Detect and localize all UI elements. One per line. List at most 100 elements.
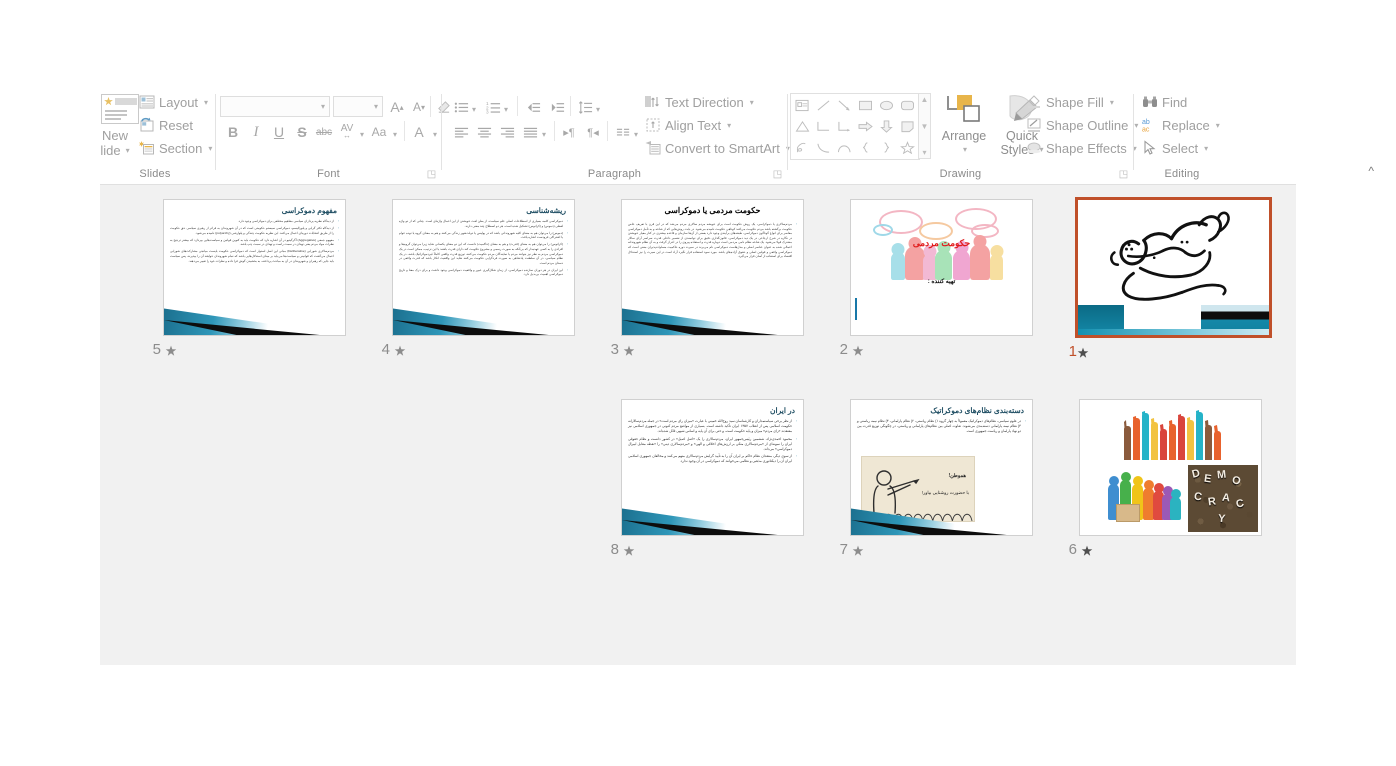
arrange-button[interactable]: Arrange ▾ — [938, 92, 990, 157]
chevron-up-icon: ^ — [1368, 164, 1374, 178]
slide-bullet: مفهوم جمعی (Aggregative) آگرگیتیو در آن … — [170, 238, 339, 247]
slide-frame[interactable]: D E M O C R A C Y — [1079, 399, 1262, 536]
animation-star-icon[interactable] — [623, 545, 635, 557]
decrease-indent-button[interactable] — [522, 96, 544, 118]
character-spacing-button[interactable]: AV ↔ — [336, 121, 358, 143]
scroll-up-icon[interactable]: ▲ — [921, 95, 929, 104]
bullets-button[interactable] — [450, 96, 472, 118]
shape-outline-button[interactable]: Shape Outline ▾ — [1026, 117, 1138, 133]
text-shadow-button[interactable]: S — [291, 121, 313, 143]
animation-star-icon[interactable] — [852, 545, 864, 557]
animation-star-icon[interactable] — [1081, 545, 1093, 557]
shape-rectangle-icon[interactable] — [855, 95, 876, 116]
shape-rounded-rect-icon[interactable] — [897, 95, 918, 116]
shape-scribble-icon[interactable] — [792, 137, 813, 158]
font-size-input[interactable]: ▾ — [333, 96, 383, 117]
shapes-gallery-scrollbar[interactable]: ▲ ▼ ▾ — [918, 93, 931, 159]
shape-curve-icon[interactable] — [813, 137, 834, 158]
slide-bullet: از دیدگاه تکثر گرایی و پلورالیسم، دموکرا… — [170, 226, 339, 235]
animation-star-icon[interactable] — [394, 345, 406, 357]
collapse-ribbon-button[interactable]: ^ — [1368, 164, 1374, 178]
shapes-gallery[interactable] — [790, 93, 920, 160]
slide-canvas: حکومت مردمی یا دموکراسی مردم‌سالاری یا د… — [622, 200, 803, 335]
animation-star-icon[interactable] — [852, 345, 864, 357]
slide-body: دموکراسی کلمه بسیاری از اسطلاحات اصلی عل… — [399, 219, 568, 280]
reset-button[interactable]: Reset — [139, 117, 193, 133]
animation-star-icon[interactable] — [165, 345, 177, 357]
shape-star-icon[interactable] — [897, 137, 918, 158]
new-slide-icon — [101, 94, 139, 124]
decrease-font-size-button[interactable]: A ▾ — [408, 96, 430, 118]
shape-effects-button[interactable]: Shape Effects ▾ — [1026, 140, 1137, 156]
bold-button[interactable]: B — [222, 121, 244, 143]
shape-fill-button[interactable]: Shape Fill ▾ — [1026, 94, 1114, 110]
chevron-down-icon: ▾ — [596, 105, 601, 114]
shape-right-brace-icon[interactable] — [876, 137, 897, 158]
section-button[interactable]: Section ▾ — [139, 140, 212, 156]
slide-sorter-pane[interactable]: مفهوم دموکراسی از دیدگاه نظریه پردازان س… — [100, 184, 1296, 665]
convert-to-smartart-button[interactable]: Convert to SmartArt ▾ — [645, 140, 790, 156]
slide-canvas: مفهوم دموکراسی از دیدگاه نظریه پردازان س… — [164, 200, 345, 335]
shape-right-arrow-icon[interactable] — [855, 116, 876, 137]
shape-folded-corner-icon[interactable] — [897, 116, 918, 137]
rtl-direction-button[interactable]: ¶◂ — [582, 121, 604, 143]
person-figure — [953, 241, 970, 280]
arrange-icon — [947, 95, 980, 122]
paragraph-dialog-launcher[interactable]: ◳ — [772, 169, 783, 180]
slide-frame[interactable]: ریشه‌شناسی دموکراسی کلمه بسیاری از اسطلا… — [392, 199, 575, 336]
slide-bullet: از دیدگاه نظریه پردازان سیاسی مفاهیم مخت… — [170, 219, 339, 224]
drawing-dialog-launcher[interactable]: ◳ — [1118, 169, 1129, 180]
slide-frame[interactable]: مفهوم دموکراسی از دیدگاه نظریه پردازان س… — [163, 199, 346, 336]
find-button[interactable]: Find — [1142, 94, 1187, 110]
shape-arc-icon[interactable] — [834, 137, 855, 158]
strikethrough-button[interactable]: abc — [313, 121, 335, 143]
replace-button[interactable]: ab ac Replace ▾ — [1142, 117, 1220, 134]
slide-decoration — [622, 507, 803, 535]
numbering-button[interactable]: 123 — [482, 96, 504, 118]
underline-button[interactable]: U — [268, 121, 290, 143]
italic-button[interactable]: I — [245, 121, 267, 143]
slide-frame[interactable]: در ایران از نظر برخی سیاستمداران و کارشن… — [621, 399, 804, 536]
columns-button[interactable] — [612, 121, 634, 143]
animation-star-icon[interactable] — [1077, 347, 1089, 359]
align-center-button[interactable] — [473, 121, 495, 143]
shape-fill-icon — [1026, 94, 1042, 110]
increase-indent-button[interactable] — [546, 96, 568, 118]
select-button[interactable]: Select ▾ — [1142, 140, 1208, 156]
slide-frame-selected[interactable] — [1075, 197, 1272, 338]
font-name-input[interactable]: ▾ — [220, 96, 330, 117]
shape-elbow-connector-icon[interactable] — [813, 116, 834, 137]
align-right-button[interactable] — [496, 121, 518, 143]
scroll-down-icon[interactable]: ▼ — [921, 122, 929, 131]
shape-down-arrow-icon[interactable] — [876, 116, 897, 137]
shape-left-brace-icon[interactable] — [855, 137, 876, 158]
slide-frame[interactable]: حکومت مردمی تهیه کننده : — [850, 199, 1033, 336]
font-dialog-launcher[interactable]: ◳ — [426, 169, 437, 180]
shape-line-icon[interactable] — [813, 95, 834, 116]
layout-button[interactable]: Layout ▾ — [139, 94, 208, 110]
text-direction-button[interactable]: Text Direction ▾ — [645, 94, 754, 110]
shape-elbow-arrow-icon[interactable] — [834, 116, 855, 137]
change-case-button[interactable]: Aa — [368, 121, 390, 143]
shapes-more-icon[interactable]: ▾ — [922, 148, 926, 157]
font-color-button[interactable]: A — [408, 121, 430, 143]
new-slide-label-line2: lide — [100, 143, 121, 158]
smartart-icon — [645, 140, 661, 156]
new-slide-button[interactable]: New lide ▾ — [87, 90, 143, 166]
animation-star-icon[interactable] — [623, 345, 635, 357]
slide-body: مردم‌سالاری یا دموکراسی، یک روش حکومت اس… — [628, 222, 797, 261]
align-left-button[interactable] — [450, 121, 472, 143]
chevron-down-icon: ▾ — [208, 143, 213, 153]
line-spacing-button[interactable] — [574, 96, 596, 118]
ltr-direction-button[interactable]: ▸¶ — [558, 121, 580, 143]
shape-triangle-icon[interactable] — [792, 116, 813, 137]
align-text-button[interactable]: Align Text ▾ — [645, 117, 731, 133]
shape-ellipse-icon[interactable] — [876, 95, 897, 116]
increase-font-size-button[interactable]: A ▴ — [386, 96, 408, 118]
shape-arrow-icon[interactable] — [834, 95, 855, 116]
justify-button[interactable] — [519, 121, 541, 143]
shape-textbox-icon[interactable] — [792, 95, 813, 116]
slide-number: 7 — [839, 541, 848, 558]
slide-frame[interactable]: حکومت مردمی یا دموکراسی مردم‌سالاری یا د… — [621, 199, 804, 336]
slide-frame[interactable]: دسته‌بندی نظام‌های دموکراتیک در علوم سیا… — [850, 399, 1033, 536]
